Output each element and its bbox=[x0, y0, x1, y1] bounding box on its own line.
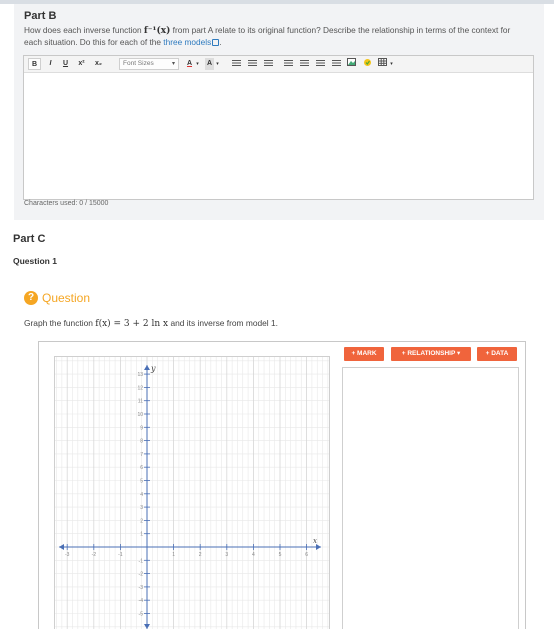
y-axis-arrow-up bbox=[144, 365, 150, 370]
graph-side-panel bbox=[342, 367, 519, 629]
x-tick-label: 4 bbox=[252, 552, 255, 558]
question-mark-icon: ? bbox=[24, 291, 38, 305]
chevron-down-icon[interactable]: ▾ bbox=[214, 58, 221, 70]
font-sizes-label: Font Sizes bbox=[123, 60, 154, 67]
y-tick-label: 12 bbox=[137, 385, 143, 391]
y-tick-label: 2 bbox=[140, 518, 143, 524]
bold-button[interactable]: B bbox=[28, 58, 41, 70]
special-character-icon[interactable] bbox=[362, 58, 373, 70]
underline-button[interactable]: U bbox=[60, 58, 71, 70]
superscript-button[interactable]: x² bbox=[75, 58, 88, 70]
italic-button[interactable]: I bbox=[45, 58, 56, 70]
indent-icon[interactable] bbox=[263, 58, 274, 70]
chevron-down-icon[interactable]: ▾ bbox=[194, 58, 201, 70]
plot-area[interactable]: x y -3 -2 -1 1 2 3 4 5 6 13 12 11 10 9 8 7 6 5 4 3 2 1 -1 -2 -3 -4-… bbox=[54, 356, 330, 629]
y-tick-label: 5 bbox=[140, 479, 143, 485]
graph-prompt-end: and its inverse from model 1. bbox=[168, 318, 278, 328]
chevron-down-icon[interactable]: ▾ bbox=[388, 58, 395, 70]
x-tick-label: 2 bbox=[199, 552, 202, 558]
align-center-icon[interactable] bbox=[315, 58, 326, 70]
y-tick-label: -5 bbox=[139, 612, 144, 618]
graph-prompt-start: Graph the function bbox=[24, 318, 96, 328]
x-axis-arrow-left bbox=[59, 544, 64, 550]
add-mark-button[interactable]: + MARK bbox=[344, 347, 384, 361]
y-tick-label: 7 bbox=[140, 452, 143, 458]
y-tick-label: 3 bbox=[140, 505, 143, 511]
table-icon[interactable] bbox=[377, 58, 388, 70]
subscript-button[interactable]: x₂ bbox=[92, 58, 105, 70]
chevron-down-icon: ▾ bbox=[171, 61, 175, 67]
bullet-list-icon[interactable] bbox=[231, 58, 242, 70]
question-label: Question bbox=[42, 291, 91, 305]
part-b-section: Part B How does each inverse function f⁻… bbox=[14, 4, 544, 220]
part-b-title: Part B bbox=[24, 10, 57, 22]
y-tick-label: -1 bbox=[139, 558, 144, 564]
graphing-tool: x y -3 -2 -1 1 2 3 4 5 6 13 12 11 10 9 8 7 6 5 4 3 2 1 -1 -2 -3 -4-… bbox=[38, 341, 526, 629]
part-c-title: Part C bbox=[13, 233, 46, 245]
prompt-text-end: . bbox=[219, 37, 222, 47]
y-tick-label: 9 bbox=[140, 425, 143, 431]
y-tick-label: 6 bbox=[140, 465, 143, 471]
y-tick-label: -4 bbox=[139, 598, 144, 604]
y-tick-label: 11 bbox=[138, 399, 143, 405]
x-tick-label: 6 bbox=[305, 552, 308, 558]
editor-toolbar: B I U x² x₂ Font Sizes ▾ A ▾ A ▾ ▾ bbox=[24, 56, 533, 73]
background-color-button[interactable]: A bbox=[205, 58, 214, 70]
outdent-icon[interactable] bbox=[283, 58, 294, 70]
response-editor[interactable]: B I U x² x₂ Font Sizes ▾ A ▾ A ▾ ▾ bbox=[23, 55, 534, 200]
character-counter: Characters used: 0 / 15000 bbox=[24, 200, 109, 207]
numbered-list-icon[interactable] bbox=[247, 58, 258, 70]
add-data-button[interactable]: + DATA bbox=[477, 347, 517, 361]
inverse-function-notation: f⁻¹(x) bbox=[143, 26, 171, 36]
x-tick-label: 5 bbox=[279, 552, 282, 558]
x-tick-label: 3 bbox=[225, 552, 228, 558]
y-tick-label: 10 bbox=[137, 412, 143, 418]
coordinate-grid[interactable]: xy-3 -2 -1 1 2 3 4 5 613121110987654321-1-2-3-4-… bbox=[55, 357, 329, 629]
y-tick-label: -2 bbox=[139, 572, 144, 578]
y-tick-label: 1 bbox=[140, 532, 143, 538]
three-models-link[interactable]: three models bbox=[163, 37, 211, 47]
part-b-prompt: How does each inverse function f⁻¹(x) fr… bbox=[24, 25, 529, 48]
graph-prompt: Graph the function f(x) = 3 + 2 ln x and… bbox=[24, 318, 278, 329]
x-tick-label: 1 bbox=[172, 552, 175, 558]
x-axis-label: x bbox=[313, 537, 317, 545]
y-tick-label: 13 bbox=[137, 372, 143, 378]
align-right-icon[interactable] bbox=[331, 58, 342, 70]
y-tick-label: 4 bbox=[140, 492, 143, 498]
add-relationship-button[interactable]: + RELATIONSHIP ▾ bbox=[391, 347, 471, 361]
font-sizes-select[interactable]: Font Sizes ▾ bbox=[119, 58, 179, 70]
prompt-text-start: How does each inverse function bbox=[24, 25, 144, 35]
x-tick-label: -3 bbox=[65, 552, 70, 558]
y-tick-label: 8 bbox=[140, 439, 143, 445]
function-expression: f(x) = 3 + 2 ln x bbox=[95, 319, 169, 329]
font-color-button[interactable]: A bbox=[185, 58, 194, 70]
align-left-icon[interactable] bbox=[299, 58, 310, 70]
question-number: Question 1 bbox=[13, 256, 57, 266]
x-tick-label: -2 bbox=[92, 552, 97, 558]
x-tick-label: -1 bbox=[118, 552, 123, 558]
y-axis-label: y bbox=[150, 364, 156, 373]
image-icon[interactable] bbox=[346, 58, 357, 70]
y-tick-label: -3 bbox=[139, 585, 144, 591]
